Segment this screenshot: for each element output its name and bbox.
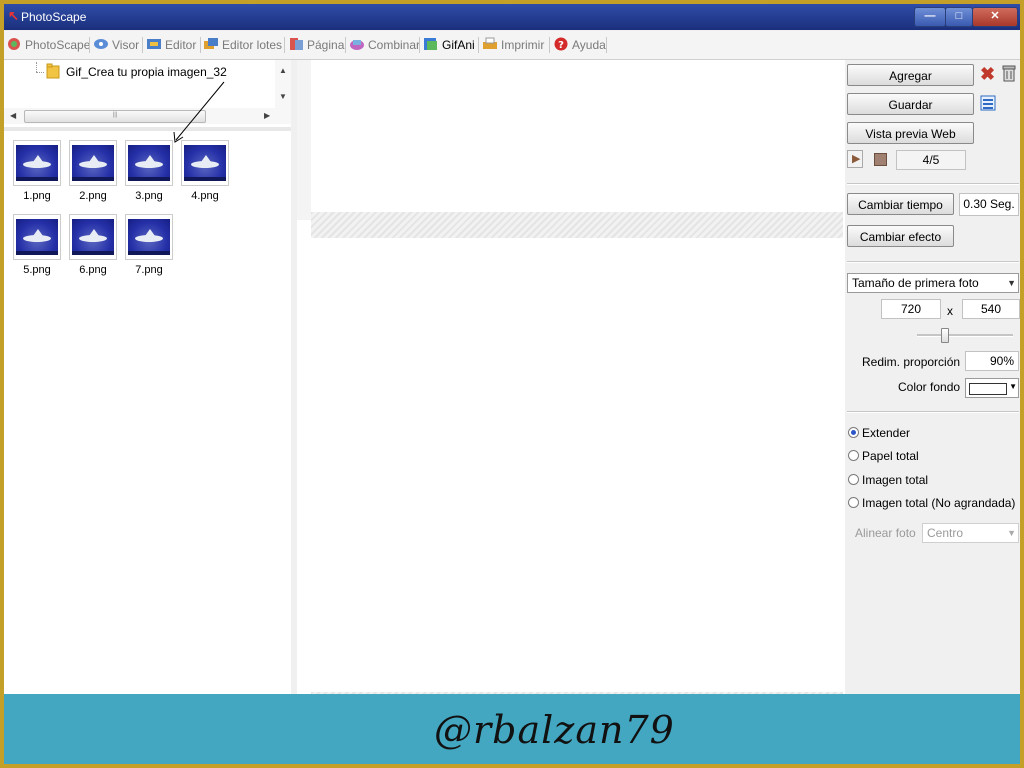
save-button[interactable]: Guardar bbox=[847, 93, 974, 115]
play-button[interactable]: ▶ bbox=[847, 150, 863, 168]
batch-editor-tab-icon bbox=[204, 38, 218, 49]
title-bar[interactable]: ↖ PhotoScape — □ ✕ bbox=[4, 4, 1020, 30]
tab-label: GifAni bbox=[442, 38, 475, 52]
tab-visor[interactable]: Visor bbox=[93, 35, 139, 55]
size-mode-select[interactable]: Tamaño de primera foto ▼ bbox=[847, 273, 1019, 293]
combine-tab-icon bbox=[350, 40, 364, 50]
delete-icon[interactable]: ✖ bbox=[980, 64, 995, 85]
tab-ayuda[interactable]: ? Ayuda bbox=[553, 35, 606, 55]
window-title: PhotoScape bbox=[21, 10, 87, 24]
width-field[interactable]: 720 bbox=[881, 299, 941, 319]
thumbnail-filename: 4.png bbox=[191, 190, 219, 202]
thumbnail-filename: 2.png bbox=[79, 190, 107, 202]
tab-label: Visor bbox=[112, 38, 140, 52]
close-window-button[interactable]: ✕ bbox=[972, 7, 1018, 27]
page-tab-icon bbox=[290, 38, 303, 50]
watermark-banner: @rbalzan79 bbox=[4, 694, 1020, 764]
size-mode-value: Tamaño de primera foto bbox=[852, 276, 979, 290]
play-icon: ▶ bbox=[852, 153, 861, 165]
photoscape-logo-icon: ↖ bbox=[8, 8, 19, 23]
radio-imagen-total-label[interactable]: Imagen total bbox=[862, 473, 928, 487]
animation-canvas[interactable] bbox=[297, 60, 845, 698]
viewer-tab-icon bbox=[94, 39, 108, 49]
tab-label: Ayuda bbox=[572, 38, 606, 52]
tab-editor[interactable]: Editor bbox=[146, 35, 196, 55]
maximize-icon: □ bbox=[955, 10, 963, 22]
thumbnail-item[interactable]: 7.png bbox=[125, 214, 173, 278]
radio-extender[interactable] bbox=[848, 427, 859, 438]
radio-imagen-total-no-agrandada[interactable] bbox=[848, 497, 859, 508]
frame-strip-top bbox=[311, 212, 843, 238]
thumbnail-filename: 3.png bbox=[135, 190, 163, 202]
radio-extender-label[interactable]: Extender bbox=[862, 426, 910, 440]
gif-settings-panel: Agregar ✖ Guardar Vista previa Web ▶ 4/5… bbox=[845, 60, 1020, 698]
radio-papel-total-label[interactable]: Papel total bbox=[862, 449, 919, 463]
tab-label: Página bbox=[307, 38, 345, 52]
tab-label: PhotoScape bbox=[25, 38, 91, 52]
dimension-separator: x bbox=[947, 304, 953, 318]
height-field[interactable]: 540 bbox=[962, 299, 1020, 319]
tab-label: Imprimir bbox=[501, 38, 545, 52]
photoscape-tab-icon bbox=[8, 38, 20, 50]
radio-imagen-total[interactable] bbox=[848, 474, 859, 485]
editor-tab-icon bbox=[147, 39, 161, 49]
align-photo-value: Centro bbox=[927, 526, 964, 540]
size-slider-thumb[interactable] bbox=[941, 328, 949, 343]
close-icon: ✕ bbox=[990, 10, 1000, 22]
watermark-text: @rbalzan79 bbox=[434, 708, 675, 752]
chevron-down-icon: ▼ bbox=[1009, 382, 1017, 391]
thumbnail-filename: 6.png bbox=[79, 264, 107, 276]
align-photo-label: Alinear foto bbox=[855, 526, 916, 540]
size-slider[interactable] bbox=[917, 334, 1013, 337]
radio-imagen-total-no-agrandada-label[interactable]: Imagen total (No agrandada) bbox=[862, 496, 1015, 510]
chevron-down-icon: ▼ bbox=[1007, 278, 1016, 288]
resize-ratio-field[interactable]: 90% bbox=[965, 351, 1019, 371]
thumbnail-filename: 1.png bbox=[23, 190, 51, 202]
tab-gifani[interactable]: GifAni bbox=[423, 35, 475, 55]
minimize-icon: — bbox=[924, 10, 936, 22]
app-window: ↖ PhotoScape — □ ✕ PhotoScape Visor Edit… bbox=[0, 0, 1024, 768]
thumbnail-filename: 7.png bbox=[135, 264, 163, 276]
print-tab-icon bbox=[483, 37, 497, 49]
thumbnail-image bbox=[13, 214, 61, 260]
resize-ratio-label: Redim. proporción bbox=[862, 355, 961, 369]
help-tab-icon: ? bbox=[554, 37, 568, 51]
bg-color-label: Color fondo bbox=[898, 380, 961, 394]
stop-button[interactable] bbox=[872, 150, 888, 168]
web-preview-button[interactable]: Vista previa Web bbox=[847, 122, 974, 144]
frame-counter: 4/5 bbox=[896, 150, 966, 170]
file-browser-pane: Gif_Crea tu propia imagen_32 ▲ ▼ ◀ ||| ▶… bbox=[4, 60, 291, 698]
tab-label: Editor lotes bbox=[222, 38, 283, 52]
thumbnail-image bbox=[125, 214, 173, 260]
gif-animation-tab-icon bbox=[424, 38, 437, 50]
thumbnail-item[interactable]: 5.png bbox=[13, 214, 61, 278]
tab-combinar[interactable]: Combinar bbox=[349, 35, 420, 55]
bg-color-picker[interactable]: ▼ bbox=[965, 378, 1019, 398]
minimize-button[interactable]: — bbox=[914, 7, 946, 27]
thumbnail-item[interactable]: 6.png bbox=[69, 214, 117, 278]
frame-delay-field[interactable]: 0.30 Seg. bbox=[959, 193, 1019, 216]
stop-icon bbox=[874, 153, 887, 166]
list-icon[interactable] bbox=[980, 95, 996, 111]
trash-icon[interactable] bbox=[1001, 64, 1017, 82]
align-photo-select: Centro ▼ bbox=[922, 523, 1019, 543]
add-button[interactable]: Agregar bbox=[847, 64, 974, 86]
tab-photoscape[interactable]: PhotoScape bbox=[6, 35, 90, 55]
chevron-down-icon: ▼ bbox=[1007, 528, 1016, 538]
svg-text:?: ? bbox=[558, 40, 564, 51]
tab-label: Combinar bbox=[368, 38, 421, 52]
change-effect-button[interactable]: Cambiar efecto bbox=[847, 225, 954, 247]
module-tab-bar: PhotoScape Visor Editor Editor lotes Pág… bbox=[4, 31, 1020, 60]
change-time-button[interactable]: Cambiar tiempo bbox=[847, 193, 954, 215]
color-swatch bbox=[969, 383, 1007, 395]
thumbnail-filename: 5.png bbox=[23, 264, 51, 276]
annotation-arrow bbox=[173, 81, 225, 143]
radio-papel-total[interactable] bbox=[848, 450, 859, 461]
tab-label: Editor bbox=[165, 38, 197, 52]
maximize-button[interactable]: □ bbox=[945, 7, 973, 27]
tab-editor-lotes[interactable]: Editor lotes bbox=[203, 35, 282, 55]
tab-imprimir[interactable]: Imprimir bbox=[482, 35, 544, 55]
thumbnail-image bbox=[69, 214, 117, 260]
tab-pagina[interactable]: Página bbox=[288, 35, 344, 55]
